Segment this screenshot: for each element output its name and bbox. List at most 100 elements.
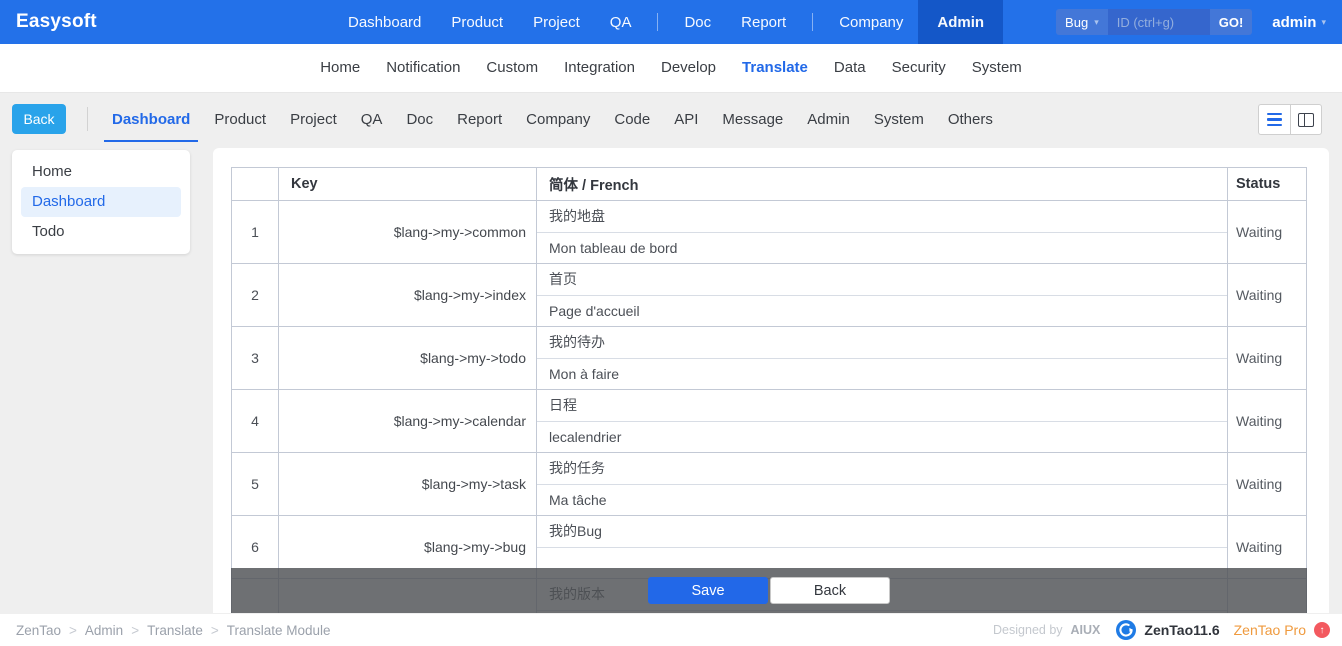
translation-input-cell[interactable]: Page d'accueil [537, 295, 1227, 326]
sub-nav-item[interactable]: Develop [648, 44, 729, 92]
module-tab[interactable]: Project [282, 97, 345, 142]
translation-input-cell[interactable]: Mon tableau de bord [537, 232, 1227, 263]
module-tab[interactable]: Product [206, 97, 274, 142]
edition-link[interactable]: ZenTao Pro [1234, 622, 1306, 638]
sub-nav-item[interactable]: System [959, 44, 1035, 92]
sub-nav-item[interactable]: Security [879, 44, 959, 92]
translation-cells: 我的待办 Mon à faire [537, 327, 1228, 389]
module-tab[interactable]: System [866, 97, 932, 142]
index-column-header [232, 168, 279, 200]
search-type-dropdown[interactable]: Bug ▾ [1056, 9, 1108, 35]
status-cell: Waiting [1228, 453, 1308, 515]
back-button[interactable]: Back [12, 104, 66, 134]
sub-nav-item[interactable]: Custom [473, 44, 551, 92]
sub-nav-item[interactable]: Data [821, 44, 879, 92]
sub-nav-item[interactable]: Notification [373, 44, 473, 92]
module-tab[interactable]: Company [518, 97, 598, 142]
user-menu[interactable]: admin ▾ [1268, 14, 1330, 31]
breadcrumb-item[interactable]: ZenTao [16, 623, 85, 638]
row-index: 3 [232, 327, 279, 389]
translation-input-cell[interactable]: lecalendrier [537, 421, 1227, 452]
module-tab[interactable]: Others [940, 97, 1001, 142]
source-text-cell: 我的待办 [537, 327, 1227, 358]
save-button[interactable]: Save [648, 577, 768, 604]
top-nav-item[interactable]: QA [595, 0, 647, 44]
table-row: 2 $lang->my->index 首页 Page d'accueil Wai… [232, 264, 1306, 327]
top-nav-item[interactable]: Product [436, 0, 518, 44]
module-tab[interactable]: API [666, 97, 706, 142]
sub-nav-item[interactable]: Home [307, 44, 373, 92]
chevron-down-icon: ▾ [1094, 17, 1099, 28]
vertical-divider [87, 107, 88, 131]
source-text-cell: 我的Bug [537, 516, 1227, 547]
breadcrumb-item[interactable]: Translate [147, 623, 227, 638]
sidebar-item[interactable]: Todo [12, 217, 190, 247]
module-tab[interactable]: Report [449, 97, 510, 142]
nav-divider [812, 13, 813, 31]
lang-key: $lang->my->todo [279, 327, 537, 389]
status-cell: Waiting [1228, 264, 1308, 326]
top-nav-item[interactable]: Dashboard [333, 0, 436, 44]
zentao-logo-icon[interactable] [1116, 620, 1136, 640]
version-link[interactable]: ZenTao11.6 [1144, 622, 1219, 638]
admin-sub-nav: Home Notification Custom Integration Dev… [0, 44, 1342, 93]
top-nav-item[interactable]: Project [518, 0, 595, 44]
table-body: 1 $lang->my->common 我的地盘 Mon tableau de … [232, 201, 1306, 613]
sidebar-item[interactable]: Home [12, 157, 190, 187]
row-index: 2 [232, 264, 279, 326]
brand-logo[interactable]: Easysoft [16, 11, 97, 33]
list-view-button[interactable] [1258, 104, 1290, 135]
quick-search: Bug ▾ GO! [1056, 9, 1252, 35]
table-row: 4 $lang->my->calendar 日程 lecalendrier Wa… [232, 390, 1306, 453]
split-view-icon [1298, 113, 1314, 127]
status-cell: Waiting [1228, 390, 1308, 452]
translation-input-cell[interactable]: Ma tâche [537, 484, 1227, 515]
translate-panel: Key 简体 / French Status 1 $lang->my->comm… [213, 148, 1329, 613]
designer-name: AIUX [1071, 623, 1101, 637]
action-bar: Save Back [231, 568, 1307, 613]
breadcrumb: ZenTao Admin Translate Translate Module [16, 623, 331, 638]
breadcrumb-item[interactable]: Translate Module [227, 623, 331, 638]
module-tab[interactable]: Dashboard [104, 97, 198, 142]
translation-cells: 我的任务 Ma tâche [537, 453, 1228, 515]
top-nav: Dashboard Product Project QA Doc [333, 0, 1003, 44]
module-tab[interactable]: Doc [398, 97, 441, 142]
source-text-cell: 我的地盘 [537, 201, 1227, 232]
module-tab[interactable]: Message [714, 97, 791, 142]
view-toggle-group [1258, 104, 1322, 135]
top-bar: Easysoft Dashboard Product Project QA [0, 0, 1342, 44]
split-view-button[interactable] [1290, 104, 1322, 135]
search-type-label: Bug [1065, 15, 1088, 30]
top-nav-item[interactable]: Admin [918, 0, 1003, 44]
key-column-header: Key [279, 168, 537, 200]
top-right-area: Bug ▾ GO! admin ▾ [1056, 0, 1330, 44]
lang-key: $lang->my->calendar [279, 390, 537, 452]
sidebar-menu: Home Dashboard Todo [12, 150, 190, 254]
chevron-down-icon: ▾ [1321, 17, 1326, 28]
top-nav-item[interactable]: Report [726, 0, 801, 44]
user-name: admin [1272, 14, 1316, 31]
row-index: 4 [232, 390, 279, 452]
back-action-button[interactable]: Back [770, 577, 890, 604]
sidebar-item[interactable]: Dashboard [21, 187, 181, 217]
breadcrumb-item[interactable]: Admin [85, 623, 147, 638]
translation-input-cell[interactable]: Mon à faire [537, 358, 1227, 389]
top-nav-item[interactable]: Doc [669, 0, 726, 44]
search-input[interactable] [1108, 9, 1210, 35]
source-text-cell: 我的任务 [537, 453, 1227, 484]
source-text-cell: 日程 [537, 390, 1227, 421]
module-tab[interactable]: Code [606, 97, 658, 142]
go-button[interactable]: GO! [1210, 9, 1253, 35]
tabs-bar: Back Dashboard Product Project QA Doc Re… [0, 93, 1342, 145]
row-index: 1 [232, 201, 279, 263]
row-index: 5 [232, 453, 279, 515]
top-nav-item[interactable]: Company [824, 0, 918, 44]
upgrade-badge-icon[interactable]: ↑ [1314, 622, 1330, 638]
sub-nav-item[interactable]: Translate [729, 44, 821, 92]
module-tab[interactable]: QA [353, 97, 391, 142]
sub-nav-item[interactable]: Integration [551, 44, 648, 92]
footer: ZenTao Admin Translate Translate Module … [0, 614, 1342, 646]
content-area: Home Dashboard Todo Key 简体 / French Stat… [0, 145, 1342, 614]
status-column-header: Status [1228, 168, 1308, 200]
module-tab[interactable]: Admin [799, 97, 858, 142]
